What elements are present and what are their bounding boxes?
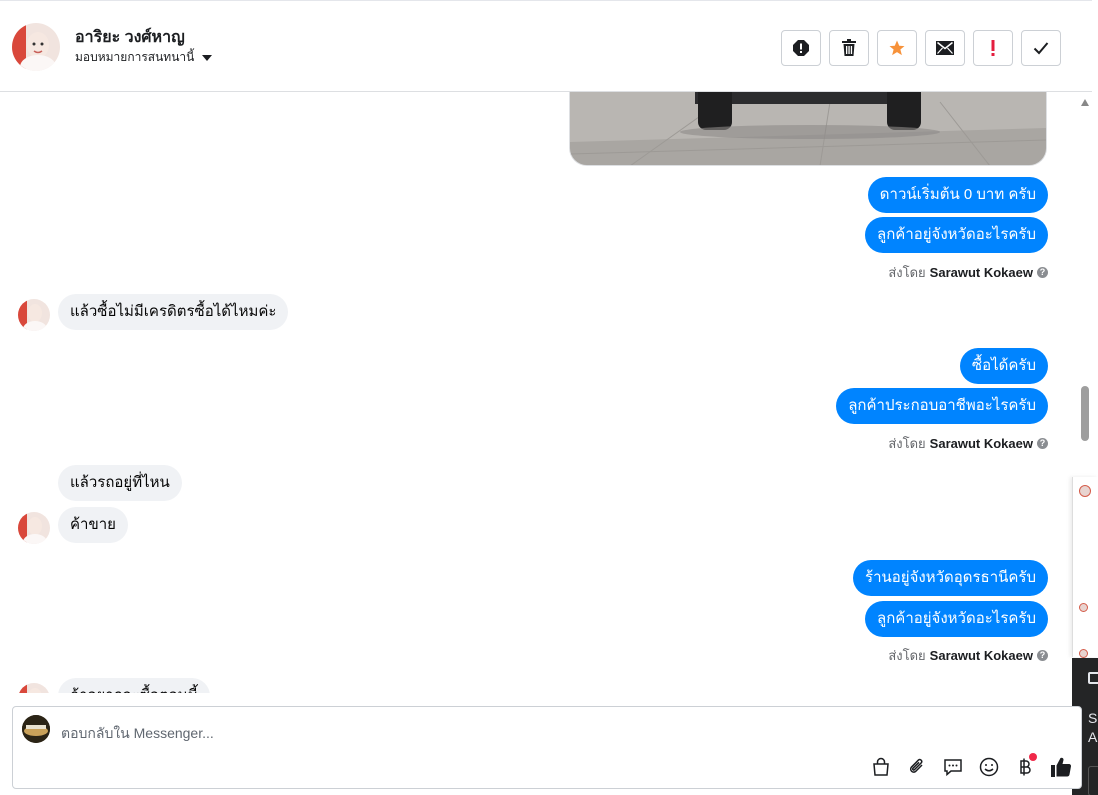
thumbs-up-icon <box>1051 757 1072 777</box>
sender-name: Sarawut Kokaew <box>929 648 1033 663</box>
payment-button[interactable] <box>1013 753 1037 779</box>
shop-button[interactable] <box>869 755 893 779</box>
check-icon <box>1033 42 1049 55</box>
side-panel-button[interactable] <box>1088 766 1098 795</box>
star-button[interactable] <box>877 30 917 66</box>
mark-done-button[interactable] <box>1021 30 1061 66</box>
sent-by-label: ส่งโดย Sarawut Kokaew ? <box>888 433 1048 454</box>
incoming-message: แล้วซื้อไม่มีเครดิตรซื้อได้ไหมค่ะ <box>58 294 289 330</box>
sent-by-prefix: ส่งโดย <box>888 436 926 451</box>
mini-avatar <box>1079 485 1091 497</box>
reply-input[interactable]: ตอบกลับใน Messenger... <box>61 723 214 745</box>
delete-button[interactable] <box>829 30 869 66</box>
outgoing-message: ดาวน์เริ่มต้น 0 บาท ครับ <box>867 177 1048 213</box>
assign-conversation-dropdown[interactable]: มอบหมายการสนทนานี้ <box>75 48 213 67</box>
help-icon[interactable]: ? <box>1037 267 1048 278</box>
assign-label: มอบหมายการสนทนานี้ <box>75 50 195 64</box>
side-panel-text: A <box>1088 729 1098 745</box>
reply-composer: ตอบกลับใน Messenger... <box>12 706 1082 789</box>
mark-important-button[interactable] <box>973 30 1013 66</box>
envelope-icon <box>936 41 954 55</box>
sent-by-label: ส่งโดย Sarawut Kokaew ? <box>888 645 1048 666</box>
outgoing-message: ร้านอยู่จังหวัดอุดรธานีครับ <box>853 560 1048 596</box>
sender-name: Sarawut Kokaew <box>929 436 1033 451</box>
outgoing-message: ลูกค้าอยู่จังหวัดอะไรครับ <box>865 217 1048 253</box>
saved-replies-button[interactable] <box>941 755 965 779</box>
scroll-up-arrow-icon[interactable] <box>1081 99 1089 106</box>
message-thread[interactable]: ดาวน์เริ่มต้น 0 บาท ครับ ลูกค้าอยู่จังหว… <box>0 92 1072 693</box>
sent-by-label: ส่งโดย Sarawut Kokaew ? <box>888 262 1048 283</box>
trash-icon <box>842 39 856 56</box>
help-icon[interactable]: ? <box>1037 438 1048 449</box>
sent-by-prefix: ส่งโดย <box>888 265 926 280</box>
page-avatar <box>22 715 50 743</box>
report-button[interactable] <box>781 30 821 66</box>
notification-dot <box>1029 753 1037 761</box>
star-icon <box>889 40 905 56</box>
composer-toolbar <box>869 753 1073 779</box>
mini-avatar <box>1079 603 1088 612</box>
side-conversation-list[interactable] <box>1072 477 1098 658</box>
incoming-message: แล้วรถอยู่ที่ไหน <box>58 465 182 501</box>
side-panel-text: Se <box>1088 710 1098 726</box>
speech-bubble-icon <box>944 759 962 777</box>
scrollbar-thumb[interactable] <box>1081 386 1089 441</box>
mini-avatar <box>1079 649 1088 658</box>
attach-button[interactable] <box>905 755 929 779</box>
header-actions <box>781 30 1061 66</box>
outgoing-message: ลูกค้าประกอบอาชีพอะไรครับ <box>836 388 1048 424</box>
contact-avatar-small <box>18 512 50 544</box>
emoji-button[interactable] <box>977 755 1001 779</box>
emoji-icon <box>979 757 999 777</box>
calendar-icon <box>1088 672 1098 684</box>
incoming-message: ค้าขาย <box>58 507 128 543</box>
contact-avatar[interactable] <box>12 23 60 71</box>
car-photo-attachment[interactable] <box>569 92 1047 166</box>
contact-avatar-small <box>18 683 50 693</box>
caret-down-icon <box>202 54 213 61</box>
sender-name: Sarawut Kokaew <box>929 265 1033 280</box>
outgoing-message: ลูกค้าอยู่จังหวัดอะไรครับ <box>865 601 1048 637</box>
contact-name: อาริยะ วงศ์หาญ <box>75 29 185 46</box>
email-button[interactable] <box>925 30 965 66</box>
important-icon <box>991 40 995 56</box>
sent-by-prefix: ส่งโดย <box>888 648 926 663</box>
contact-avatar-small <box>18 299 50 331</box>
bag-icon <box>873 757 889 776</box>
report-icon <box>793 40 809 56</box>
like-button[interactable] <box>1049 755 1073 779</box>
outgoing-message: ซื้อได้ครับ <box>959 348 1048 384</box>
conversation-header: อาริยะ วงศ์หาญ มอบหมายการสนทนานี้ <box>0 0 1092 92</box>
paperclip-icon <box>909 758 923 773</box>
help-icon[interactable]: ? <box>1037 650 1048 661</box>
incoming-message: ถ้าอยากจะซื้อตอนนี้ <box>58 678 211 693</box>
